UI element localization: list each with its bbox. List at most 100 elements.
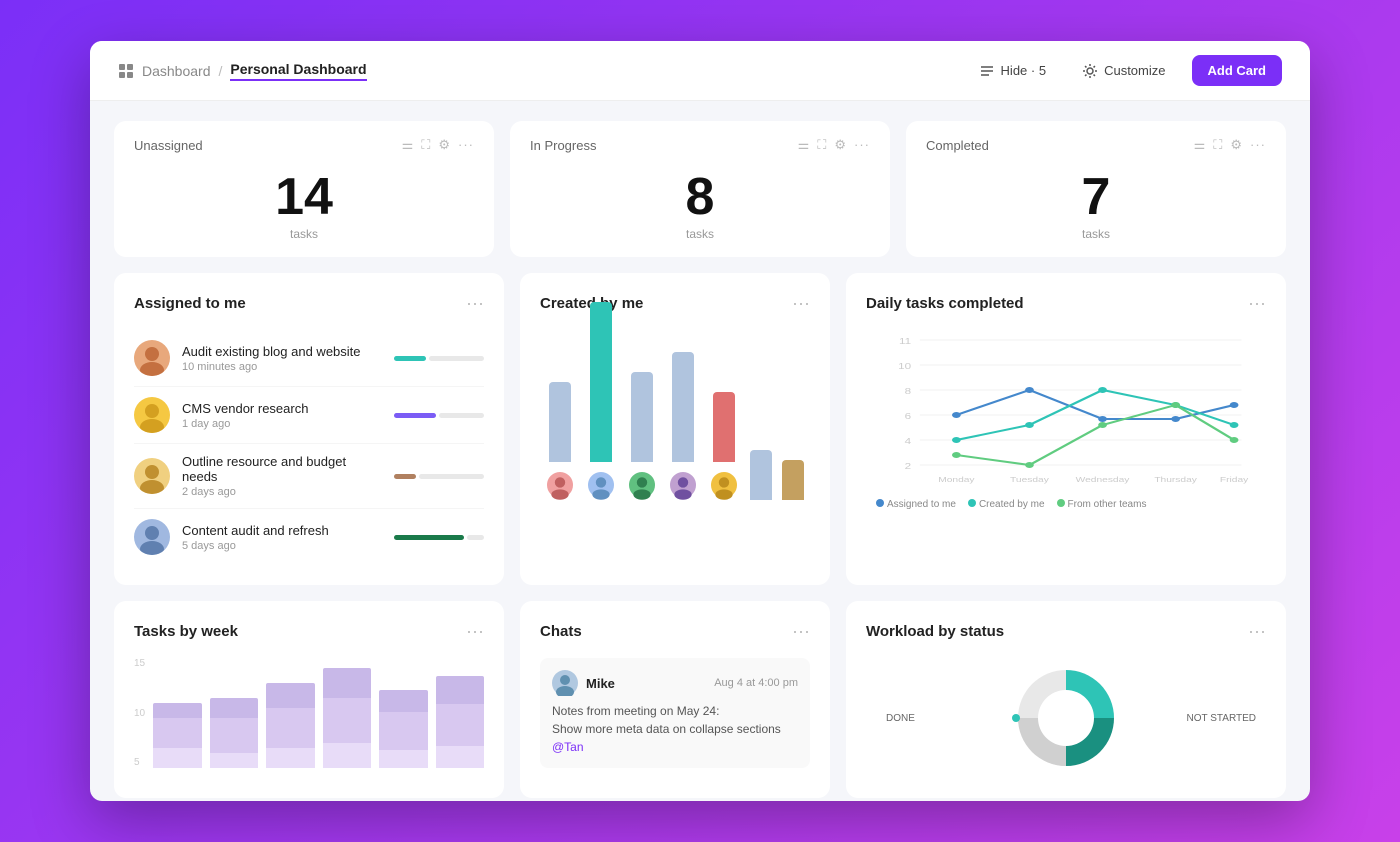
header-actions: Hide · 5 Customize Add Card: [969, 55, 1282, 86]
task-time-3: 5 days ago: [182, 540, 382, 552]
created-bars: [540, 330, 810, 510]
svg-text:11: 11: [899, 338, 912, 347]
chat-item-0[interactable]: Mike Aug 4 at 4:00 pm Notes from meeting…: [540, 658, 810, 768]
task-name-1: CMS vendor research: [182, 401, 382, 416]
task-item-2: Outline resource and budget needs 2 days…: [134, 444, 484, 509]
task-name-3: Content audit and refresh: [182, 523, 382, 538]
bar-col-5: [379, 658, 427, 768]
svg-text:2: 2: [905, 463, 912, 472]
expand-icon[interactable]: ⛶: [421, 137, 430, 153]
tasks-bar-chart: 15 10 5: [134, 658, 484, 768]
expand-icon-2[interactable]: ⛶: [817, 137, 826, 153]
settings-icon-3[interactable]: ⚙: [1230, 137, 1242, 153]
bar-columns: [153, 658, 484, 768]
donut-label-done: DONE: [886, 713, 915, 724]
workload-title: Workload by status: [866, 623, 1004, 640]
bar-col-3: [266, 658, 314, 768]
task-name-2: Outline resource and budget needs: [182, 454, 382, 484]
widgets-row: Assigned to me ··· Audit existing blog a…: [114, 273, 1286, 585]
settings-icon-2[interactable]: ⚙: [834, 137, 846, 153]
stat-label-completed: Completed: [926, 138, 989, 153]
donut-label-not-started: NOT STARTED: [1187, 713, 1256, 724]
y-label-5: 5: [134, 757, 145, 768]
customize-label: Customize: [1104, 63, 1165, 78]
customize-button[interactable]: Customize: [1072, 57, 1175, 85]
assigned-to-me-list: Audit existing blog and website 10 minut…: [134, 330, 484, 565]
filter-icon-3[interactable]: ⚌: [1194, 137, 1206, 153]
y-label-15: 15: [134, 658, 145, 669]
task-time-0: 10 minutes ago: [182, 361, 382, 373]
stat-card-unassigned: Unassigned ⚌ ⛶ ⚙ ··· 14 tasks: [114, 121, 494, 257]
workload-more[interactable]: ···: [1248, 621, 1266, 642]
task-item-3: Content audit and refresh 5 days ago: [134, 509, 484, 565]
legend-created: Created by me: [968, 499, 1045, 510]
dashboard-icon: [118, 63, 134, 79]
more-icon[interactable]: ···: [458, 137, 474, 153]
chat-user: Mike: [552, 670, 615, 696]
filter-icon[interactable]: ⚌: [402, 137, 414, 153]
task-avatar-2: [134, 458, 170, 494]
task-avatar-1: [134, 397, 170, 433]
breadcrumb-current: Personal Dashboard: [230, 61, 366, 81]
donut-chart: DONE: [866, 658, 1266, 778]
svg-text:4: 4: [905, 438, 912, 447]
workload-card: Workload by status ··· DONE: [846, 601, 1286, 798]
chat-line-1: Notes from meeting on May 24:: [552, 704, 719, 718]
stat-label-unassigned: Unassigned: [134, 138, 203, 153]
stat-sublabel-completed: tasks: [926, 227, 1266, 241]
stat-cards-row: Unassigned ⚌ ⛶ ⚙ ··· 14 tasks In Progres…: [114, 121, 1286, 257]
stat-sublabel-in-progress: tasks: [530, 227, 870, 241]
tasks-by-week-more[interactable]: ···: [466, 621, 484, 642]
task-item-0: Audit existing blog and website 10 minut…: [134, 330, 484, 387]
hide-label: Hide · 5: [1001, 63, 1047, 78]
breadcrumb: Dashboard / Personal Dashboard: [118, 61, 367, 81]
tasks-by-week-card: Tasks by week ··· 15 10 5: [114, 601, 504, 798]
filter-icon-2[interactable]: ⚌: [798, 137, 810, 153]
stat-card-actions-2: ⚌ ⛶ ⚙ ···: [798, 137, 870, 153]
chat-line-2: Show more meta data on collapse sections: [552, 722, 781, 736]
chats-more[interactable]: ···: [792, 621, 810, 642]
settings-icon[interactable]: ⚙: [438, 137, 450, 153]
svg-text:Monday: Monday: [938, 476, 975, 484]
chats-title: Chats: [540, 623, 582, 640]
svg-text:Wednesday: Wednesday: [1076, 476, 1130, 484]
stat-count-completed: 7: [926, 171, 1266, 223]
stat-sublabel-unassigned: tasks: [134, 227, 474, 241]
chat-avatar: [552, 670, 578, 696]
hide-button[interactable]: Hide · 5: [969, 57, 1057, 85]
legend-assigned: Assigned to me: [876, 499, 956, 510]
svg-text:6: 6: [905, 413, 912, 422]
created-by-me-card: Created by me ···: [520, 273, 830, 585]
task-time-1: 1 day ago: [182, 418, 382, 430]
daily-chart: 11 10 8 6 4 2 Monday Tuesday Wednesday T…: [866, 330, 1266, 510]
svg-text:10: 10: [898, 363, 911, 372]
task-name-0: Audit existing blog and website: [182, 344, 382, 359]
svg-text:Tuesday: Tuesday: [1010, 476, 1050, 484]
chat-mention[interactable]: @Tan: [552, 740, 584, 754]
svg-text:8: 8: [905, 388, 912, 397]
daily-tasks-more[interactable]: ···: [1248, 293, 1266, 314]
expand-icon-3[interactable]: ⛶: [1213, 137, 1222, 153]
daily-tasks-title: Daily tasks completed: [866, 295, 1024, 312]
stat-card-in-progress: In Progress ⚌ ⛶ ⚙ ··· 8 tasks: [510, 121, 890, 257]
tasks-by-week-title: Tasks by week: [134, 623, 238, 640]
bottom-widgets-row: Tasks by week ··· 15 10 5: [114, 601, 1286, 798]
bar-col-6: [436, 658, 484, 768]
add-card-button[interactable]: Add Card: [1192, 55, 1283, 86]
breadcrumb-root: Dashboard: [142, 63, 211, 79]
task-item-1: CMS vendor research 1 day ago: [134, 387, 484, 444]
daily-chart-svg: 11 10 8 6 4 2 Monday Tuesday Wednesday T…: [876, 330, 1256, 490]
y-label-10: 10: [134, 708, 145, 719]
chat-message: Notes from meeting on May 24: Show more …: [552, 702, 798, 756]
stat-card-completed: Completed ⚌ ⛶ ⚙ ··· 7 tasks: [906, 121, 1286, 257]
svg-text:Friday: Friday: [1220, 476, 1249, 484]
task-bar-1: [394, 413, 484, 418]
bar-col-2: [210, 658, 258, 768]
bar-col-4: [323, 658, 371, 768]
created-by-me-more[interactable]: ···: [792, 293, 810, 314]
more-icon-2[interactable]: ···: [854, 137, 870, 153]
more-icon-3[interactable]: ···: [1250, 137, 1266, 153]
svg-text:Thursday: Thursday: [1154, 476, 1197, 484]
bar-col-1: [153, 658, 201, 768]
assigned-to-me-more[interactable]: ···: [466, 293, 484, 314]
